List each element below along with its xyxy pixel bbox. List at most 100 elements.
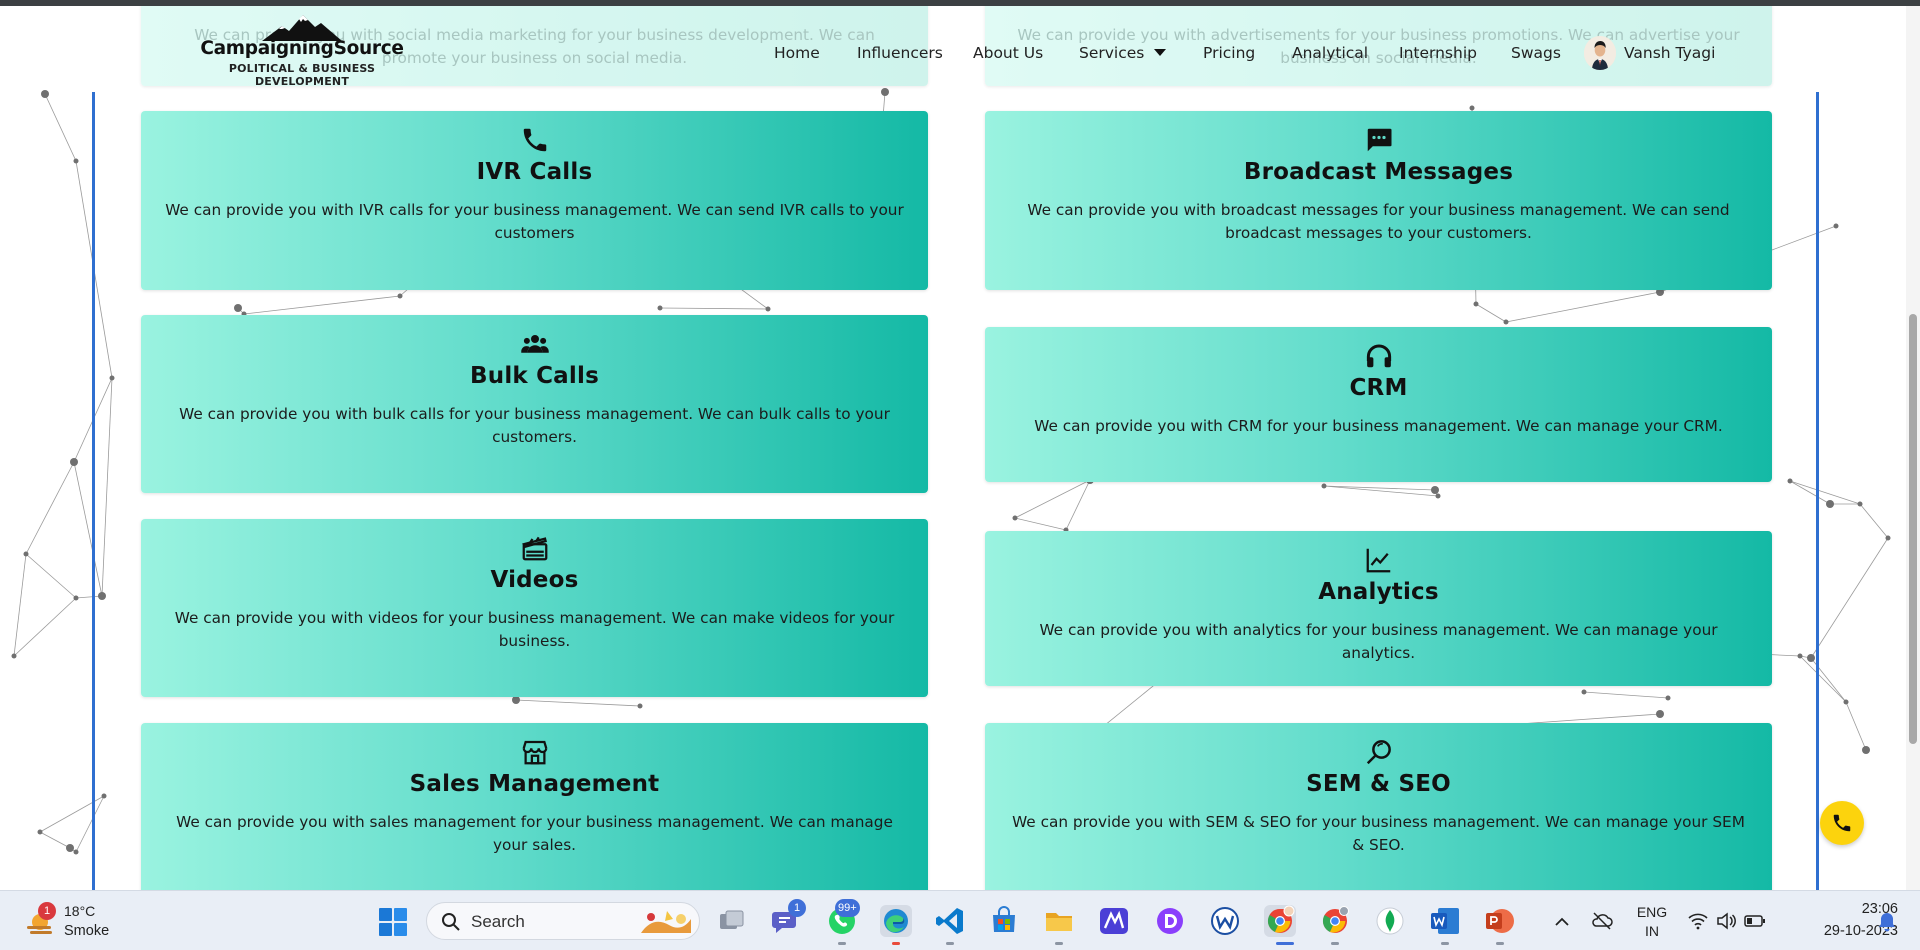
onedrive-offline-icon[interactable] xyxy=(1591,911,1613,931)
service-card-videos[interactable]: Videos We can provide you with videos fo… xyxy=(141,519,928,697)
powerpoint-icon[interactable] xyxy=(1484,905,1516,937)
weather-alert-badge: 1 xyxy=(38,902,56,920)
nav-pricing[interactable]: Pricing xyxy=(1203,44,1255,62)
file-explorer-icon[interactable] xyxy=(1043,905,1075,937)
service-card-ivr-calls[interactable]: IVR Calls We can provide you with IVR ca… xyxy=(141,111,928,290)
network-edge xyxy=(1065,479,1091,531)
service-card-crm[interactable]: CRM We can provide you with CRM for your… xyxy=(985,327,1772,482)
floating-call-button[interactable] xyxy=(1820,801,1864,845)
network-node xyxy=(657,305,663,311)
network-edge xyxy=(75,795,105,853)
nav-swags[interactable]: Swags xyxy=(1511,44,1561,62)
nav-home[interactable]: Home xyxy=(774,44,820,62)
network-edge xyxy=(25,553,77,599)
app-w-icon[interactable] xyxy=(1209,905,1241,937)
service-card-title: Bulk Calls xyxy=(470,363,599,389)
service-card-desc: We can provide you with analytics for yo… xyxy=(1039,621,1718,662)
service-card-title: Videos xyxy=(490,567,579,593)
site-logo[interactable]: CampaigningSource POLITICAL & BUSINESS D… xyxy=(200,14,404,88)
scrollbar-thumb[interactable] xyxy=(1909,314,1917,744)
nav-analytical[interactable]: Analytical xyxy=(1292,44,1368,62)
network-node xyxy=(1469,105,1475,111)
network-edge xyxy=(1323,485,1439,497)
word-icon[interactable] xyxy=(1429,905,1461,937)
nav-about-us[interactable]: About Us xyxy=(973,44,1043,62)
volume-icon[interactable] xyxy=(1716,912,1736,930)
whatsapp-running-indicator xyxy=(838,942,846,945)
app-m-icon[interactable] xyxy=(1098,905,1130,937)
nav-services-dropdown[interactable]: Services xyxy=(1079,44,1167,62)
network-edge xyxy=(1014,479,1091,519)
powerpoint-running-indicator xyxy=(1496,942,1504,945)
network-node xyxy=(1656,710,1664,718)
logo-brand-text: CampaigningSource xyxy=(200,38,404,59)
windows-taskbar: 1 18°C Smoke Search 1 99+ ENG IN 23:06 2… xyxy=(0,890,1920,950)
network-node xyxy=(1826,500,1834,508)
network-edge xyxy=(1014,517,1067,531)
network-node xyxy=(512,696,520,704)
service-card-title: Analytics xyxy=(1318,579,1439,605)
network-edge xyxy=(1799,655,1847,703)
site-navbar: CampaigningSource POLITICAL & BUSINESS D… xyxy=(0,6,1920,92)
network-node xyxy=(1807,654,1815,662)
battery-icon[interactable] xyxy=(1744,913,1766,929)
frame-line-right xyxy=(1816,92,1819,890)
app-d-icon[interactable] xyxy=(1154,905,1186,937)
language-indicator-top[interactable]: ENG xyxy=(1632,904,1672,920)
wifi-icon[interactable] xyxy=(1688,912,1708,930)
language-indicator-bottom[interactable]: IN xyxy=(1632,923,1672,939)
network-node xyxy=(1885,535,1891,541)
chevron-up-icon[interactable] xyxy=(1554,915,1570,927)
network-node xyxy=(1857,501,1863,507)
nav-services-label: Services xyxy=(1079,44,1145,62)
service-card-broadcast-messages[interactable]: Broadcast Messages We can provide you wi… xyxy=(985,111,1772,290)
service-card-sales-management[interactable]: Sales Management We can provide you with… xyxy=(141,723,928,890)
search-highlight-icon xyxy=(641,911,691,933)
network-node xyxy=(1431,486,1439,494)
headphones-icon xyxy=(1366,344,1391,368)
network-node xyxy=(1862,746,1870,754)
task-view-icon[interactable] xyxy=(716,905,748,937)
network-node xyxy=(66,844,74,852)
network-edge xyxy=(13,597,77,657)
nav-internship[interactable]: Internship xyxy=(1399,44,1477,62)
vscode-icon[interactable] xyxy=(934,905,966,937)
vscode-running-indicator xyxy=(946,942,954,945)
notification-bell-icon[interactable] xyxy=(1877,911,1897,933)
edge-icon[interactable] xyxy=(880,905,912,937)
weather-description: Smoke xyxy=(64,923,110,939)
network-edge xyxy=(243,295,401,315)
store-icon xyxy=(522,740,547,765)
service-card-title: SEM & SEO xyxy=(1306,771,1451,797)
network-edge xyxy=(1789,480,1861,505)
service-card-desc: We can provide you with CRM for your bus… xyxy=(1034,417,1723,435)
mongodb-compass-icon[interactable] xyxy=(1374,905,1406,937)
caret-down-icon xyxy=(1154,49,1167,56)
chrome-profile-icon[interactable] xyxy=(1264,905,1296,937)
network-node xyxy=(73,849,79,855)
search-icon xyxy=(442,913,460,931)
network-edge xyxy=(25,461,75,555)
service-card-desc: We can provide you with IVR calls for yo… xyxy=(165,201,904,242)
page-viewport: We can provide you with social media mar… xyxy=(0,6,1920,890)
network-node xyxy=(1833,223,1839,229)
logo-tagline: POLITICAL & BUSINESS DEVELOPMENT xyxy=(228,62,376,88)
windows-start-button[interactable] xyxy=(378,907,408,937)
page-scrollbar[interactable] xyxy=(1906,6,1920,890)
service-card-analytics[interactable]: Analytics We can provide you with analyt… xyxy=(985,531,1772,686)
network-node xyxy=(73,158,79,164)
service-card-title: Broadcast Messages xyxy=(1243,159,1514,185)
network-node xyxy=(1665,695,1671,701)
weather-widget[interactable]: 1 18°C Smoke xyxy=(20,901,130,943)
service-card-bulk-calls[interactable]: Bulk Calls We can provide you with bulk … xyxy=(141,315,928,493)
avatar xyxy=(1584,36,1616,70)
nav-influencers[interactable]: Influencers xyxy=(857,44,943,62)
microsoft-store-icon[interactable] xyxy=(988,905,1020,937)
service-card-title: CRM xyxy=(1349,375,1408,401)
chrome-icon[interactable] xyxy=(1319,905,1351,937)
explorer-running-indicator xyxy=(1055,942,1063,945)
taskbar-search[interactable]: Search xyxy=(426,902,700,940)
network-edge xyxy=(44,93,77,162)
service-card-desc: We can provide you with videos for your … xyxy=(174,609,895,650)
service-card-sem-seo[interactable]: SEM & SEO We can provide you with SEM & … xyxy=(985,723,1772,890)
